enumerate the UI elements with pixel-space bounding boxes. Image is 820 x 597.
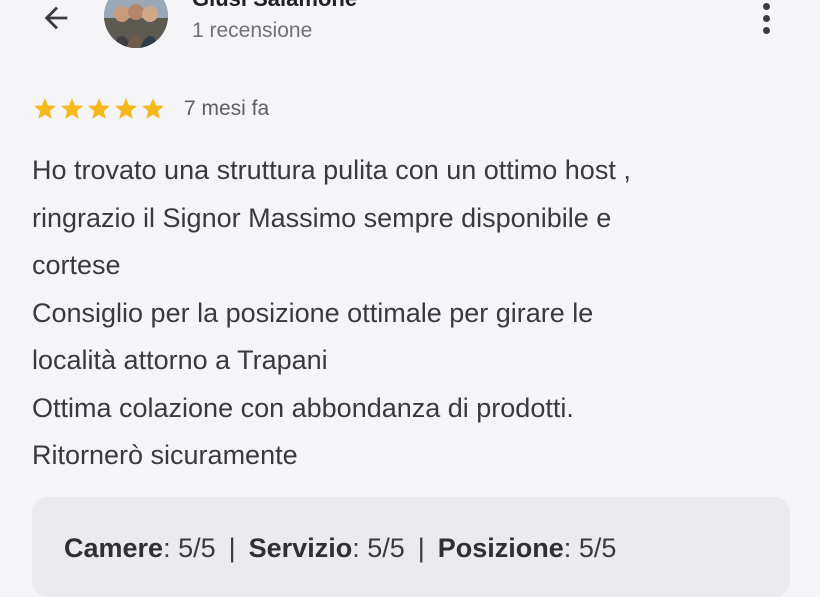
star-icon — [142, 98, 164, 119]
avatar[interactable] — [104, 0, 168, 48]
avatar-photo — [104, 0, 168, 48]
rating-label: Camere — [64, 533, 164, 563]
rating-colon: : — [352, 533, 368, 563]
reviewer-name[interactable]: Giusi Salamone — [192, 0, 357, 12]
review-text-line: Ho trovato una struttura pulita con un o… — [32, 155, 631, 185]
ratings-summary: Camere: 5/5 | Servizio: 5/5 | Posizione: 5/5 — [32, 497, 790, 597]
rating-value: 5/5 — [178, 533, 216, 563]
review-date: 7 mesi fa — [184, 97, 270, 120]
review-text-line: Consiglio per la posizione ottimale per … — [32, 297, 594, 328]
review-text-line: cortese — [32, 250, 121, 280]
rating-colon: : — [163, 533, 179, 563]
rating-value: 5/5 — [578, 533, 617, 563]
review-text-line: Ritornerò sicuramente — [32, 440, 298, 470]
star-icon — [34, 98, 56, 119]
review-count: 1 recensione — [192, 19, 313, 42]
rating-value: 5/5 — [367, 533, 405, 563]
back-button[interactable] — [36, 0, 76, 36]
more-options-button[interactable] — [752, 0, 780, 36]
rating-separator: | — [417, 533, 425, 563]
rating-colon: : — [563, 533, 579, 563]
star-rating — [32, 96, 166, 122]
rating-separator: | — [228, 533, 236, 563]
star-icon — [88, 98, 110, 119]
more-vert-icon — [762, 2, 770, 34]
star-icon — [115, 98, 137, 119]
rating-label: Posizione — [437, 533, 564, 563]
review-text-line: località attorno a Trapani — [32, 345, 328, 375]
review-text-line: Ottima colazione con abbondanza di prodo… — [32, 392, 574, 423]
star-icon — [61, 98, 83, 119]
arrow-left-icon — [44, 6, 68, 30]
rating-label: Servizio — [248, 533, 353, 563]
review-text-line: ringrazio il Signor Massimo sempre dispo… — [32, 202, 612, 233]
review-text: Ho trovato una struttura pulita con un o… — [32, 147, 792, 480]
ratings-row: Camere: 5/5 | Servizio: 5/5 | Posizione: 5/5 — [64, 533, 616, 564]
